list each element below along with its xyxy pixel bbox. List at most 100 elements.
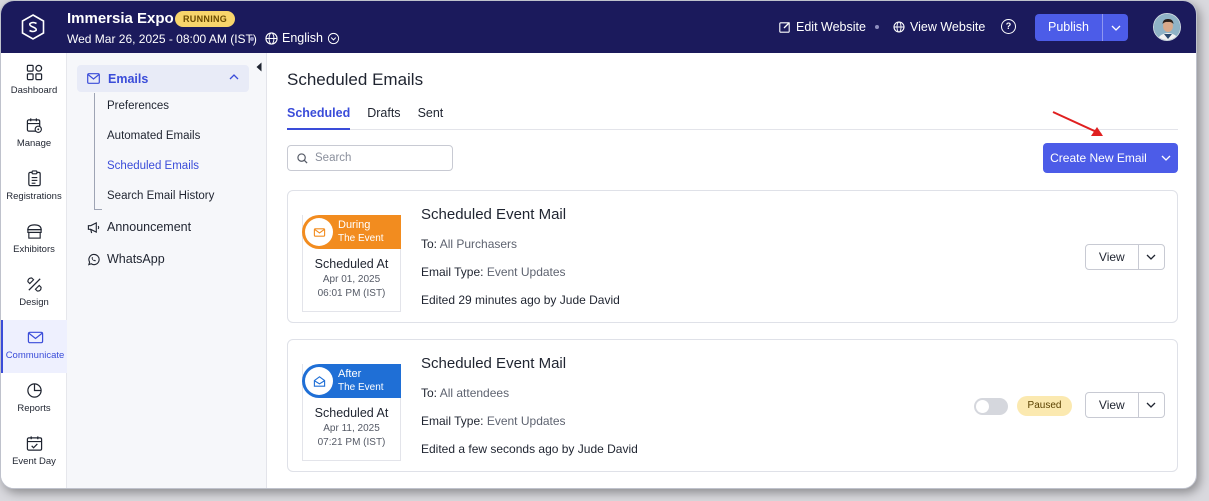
rail-item-design[interactable]: Design — [1, 267, 67, 320]
subnav-tree-branch — [94, 209, 102, 210]
paused-status-badge: Paused — [1017, 396, 1072, 416]
clipboard-icon — [27, 170, 41, 187]
edited-text: Edited 29 minutes ago by — [421, 293, 557, 307]
view-website-label: View Website — [910, 20, 986, 34]
view-label: View — [1098, 398, 1125, 412]
rail-label: Manage — [16, 138, 52, 149]
rail-item-exhibitors[interactable]: Exhibitors — [1, 214, 67, 267]
chevron-down-icon — [1146, 402, 1156, 408]
app-logo-icon[interactable] — [21, 14, 45, 40]
avatar-image — [1154, 14, 1180, 40]
mail-type: Email Type: Event Updates — [421, 414, 566, 428]
subnav-item-announcement[interactable]: Announcement — [87, 220, 191, 234]
rail-label: Exhibitors — [13, 244, 55, 255]
publish-button[interactable]: Publish — [1035, 14, 1128, 41]
help-icon[interactable]: ? — [1001, 19, 1016, 34]
subnav-item-scheduled-emails[interactable]: Scheduled Emails — [107, 160, 199, 172]
collapse-sidebar-icon[interactable] — [256, 62, 262, 72]
publish-dropdown[interactable] — [1102, 14, 1128, 41]
language-selector[interactable]: English — [265, 31, 340, 45]
edited-text: Edited a few seconds ago by — [421, 442, 575, 456]
create-new-email-label: Create New Email — [1050, 151, 1147, 165]
calendar-gear-icon — [26, 118, 42, 133]
chevron-down-icon — [1146, 254, 1156, 260]
to-label: To: — [421, 237, 438, 251]
to-value: All Purchasers — [439, 237, 518, 251]
communicate-subnav: Emails Preferences Automated Emails Sche… — [67, 53, 267, 488]
subnav-item-search-email-history[interactable]: Search Email History — [107, 190, 214, 202]
rail-label: Reports — [17, 403, 51, 414]
rail-item-manage[interactable]: Manage — [1, 108, 67, 161]
publish-label: Publish — [1048, 20, 1089, 34]
view-website-link[interactable]: View Website — [893, 20, 985, 34]
type-value: Event Updates — [486, 265, 566, 279]
scheduled-time: 06:01 PM (IST) — [317, 288, 386, 299]
page-title: Scheduled Emails — [287, 70, 424, 89]
mail-recipient: To: All Purchasers — [421, 237, 517, 251]
subnav-item-preferences[interactable]: Preferences — [107, 100, 169, 112]
search-input[interactable]: Search — [287, 145, 453, 171]
booth-icon — [26, 224, 42, 239]
editor-name: Jude David — [559, 293, 620, 307]
timing-badge: During The Event — [302, 215, 401, 249]
email-card: After The Event Scheduled At Apr 11, 202… — [287, 339, 1178, 472]
view-button[interactable]: View — [1085, 392, 1165, 418]
schedule-toggle[interactable] — [974, 398, 1008, 415]
status-badge: RUNNING — [175, 11, 236, 27]
scheduled-date: Apr 01, 2025 — [322, 274, 381, 285]
left-rail: Dashboard Manage Registrations Exhibitor… — [1, 53, 67, 488]
tab-drafts[interactable]: Drafts — [367, 105, 400, 130]
rail-label: Event Day — [12, 456, 56, 467]
rail-item-registrations[interactable]: Registrations — [1, 161, 67, 214]
editor-name: Jude David — [577, 442, 638, 456]
chevron-down-circle-icon — [327, 32, 340, 44]
scheduled-date: Apr 11, 2025 — [323, 423, 380, 434]
subnav-emails-label: Emails — [108, 71, 149, 86]
rail-label: Communicate — [5, 350, 65, 361]
email-tabs: Scheduled Drafts Sent — [287, 105, 1178, 130]
tab-sent[interactable]: Sent — [418, 105, 444, 130]
scheduled-at-label: Scheduled At — [314, 257, 389, 271]
dashboard-icon — [26, 64, 42, 81]
badge-line2: The Event — [338, 233, 384, 244]
mail-recipient: To: All attendees — [421, 386, 509, 400]
type-label: Email Type: — [421, 265, 484, 279]
globe-pointer-icon — [893, 21, 905, 33]
subnav-emails[interactable]: Emails — [77, 65, 249, 92]
mail-edited: Edited a few seconds ago by Jude David — [421, 442, 638, 456]
calendar-check-icon — [26, 436, 42, 451]
rail-label: Registrations — [6, 191, 62, 202]
rail-item-reports[interactable]: Reports — [1, 373, 67, 426]
event-title: Immersia Expo — [67, 10, 174, 27]
separator-dot — [875, 25, 879, 29]
search-icon — [297, 152, 308, 164]
view-button[interactable]: View — [1085, 244, 1165, 270]
view-dropdown[interactable] — [1137, 393, 1164, 417]
badge-line2: The Event — [338, 382, 384, 393]
badge-circle — [305, 367, 333, 395]
timing-badge: After The Event — [302, 364, 401, 398]
tab-scheduled[interactable]: Scheduled — [287, 105, 351, 130]
create-dropdown[interactable] — [1154, 143, 1178, 173]
create-new-email-button[interactable]: Create New Email — [1043, 143, 1178, 173]
to-label: To: — [421, 386, 438, 400]
chevron-up-icon[interactable] — [229, 73, 239, 80]
mail-icon — [87, 73, 100, 84]
pie-chart-icon — [26, 383, 42, 398]
user-avatar[interactable] — [1153, 13, 1181, 41]
subnav-item-whatsapp[interactable]: WhatsApp — [87, 252, 165, 266]
search-placeholder: Search — [315, 152, 352, 164]
type-value: Event Updates — [486, 414, 566, 428]
event-datetime: Wed Mar 26, 2025 - 08:00 AM (IST) — [67, 32, 257, 46]
view-dropdown[interactable] — [1137, 245, 1164, 269]
subnav-item-automated-emails[interactable]: Automated Emails — [107, 130, 200, 142]
subnav-whatsapp-label: WhatsApp — [107, 252, 165, 266]
rail-item-event-day[interactable]: Event Day — [1, 426, 67, 479]
subnav-tree-line — [94, 93, 95, 209]
edit-website-link[interactable]: Edit Website — [779, 20, 866, 34]
rail-item-communicate[interactable]: Communicate — [1, 320, 67, 373]
view-label: View — [1098, 250, 1125, 264]
rail-item-dashboard[interactable]: Dashboard — [1, 55, 67, 108]
top-bar: Immersia Expo RUNNING Wed Mar 26, 2025 -… — [1, 1, 1196, 53]
edit-icon — [779, 22, 790, 33]
